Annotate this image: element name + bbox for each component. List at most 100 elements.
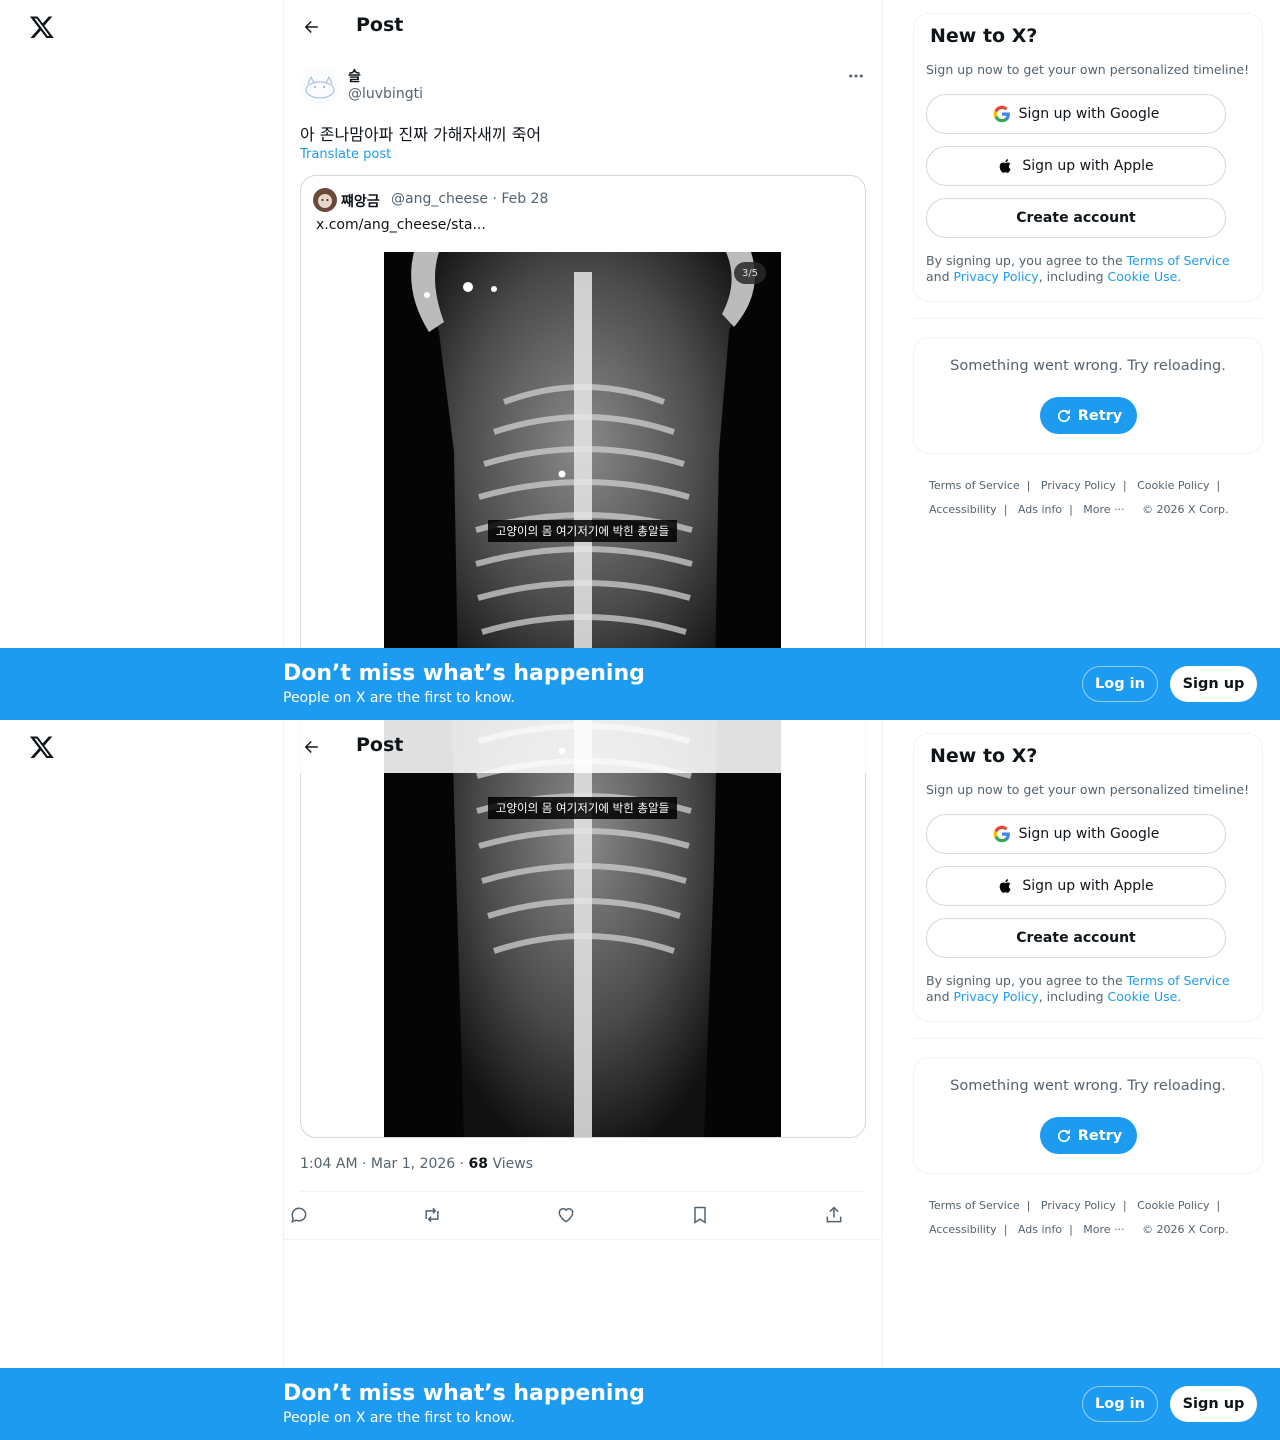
create-account-button[interactable]: Create account — [926, 918, 1226, 958]
signup-banner: Don’t miss what’s happening People on X … — [0, 1368, 1280, 1440]
google-signup-button[interactable]: Sign up with Google — [926, 814, 1226, 854]
bookmark-button[interactable] — [688, 1203, 712, 1227]
terms-link[interactable]: Terms of Service — [1127, 253, 1230, 268]
footer-cookie[interactable]: Cookie Policy — [1137, 479, 1209, 492]
terms-text: By signing up, you agree to the — [926, 973, 1127, 988]
sidebar-divider — [913, 1038, 1263, 1039]
footer-accessibility[interactable]: Accessibility — [929, 503, 997, 516]
like-icon — [558, 1208, 574, 1223]
login-button[interactable]: Log in — [1082, 666, 1158, 702]
signup-button[interactable]: Sign up — [1170, 666, 1257, 702]
terms-text: and — [926, 269, 954, 284]
footer-privacy[interactable]: Privacy Policy — [1041, 479, 1116, 492]
create-account-label: Create account — [1016, 930, 1136, 946]
signup-title: New to X? — [930, 745, 1038, 767]
more-button[interactable] — [844, 64, 868, 88]
terms-link[interactable]: Terms of Service — [1127, 973, 1230, 988]
apple-signup-label: Sign up with Apple — [1022, 158, 1154, 174]
back-button[interactable] — [298, 14, 324, 40]
xray-image — [451, 720, 718, 1137]
apple-signup-label: Sign up with Apple — [1022, 878, 1154, 894]
author-name[interactable]: 슬 — [348, 66, 361, 86]
quote-avatar — [313, 188, 337, 212]
login-button[interactable]: Log in — [1082, 1386, 1158, 1422]
main-column: Post 슬 @luvbingti 아 존나맘아파 진짜 가해자새끼 죽어 Tr… — [284, 0, 882, 720]
google-icon — [993, 105, 1010, 123]
viewport-top: Post 슬 @luvbingti 아 존나맘아파 진짜 가해자새끼 죽어 Tr… — [0, 0, 1280, 720]
media-caption: 고양이의 몸 여기저기에 박힌 총알들 — [488, 520, 677, 542]
create-account-button[interactable]: Create account — [926, 198, 1226, 238]
retry-label: Retry — [1077, 407, 1123, 424]
back-button[interactable] — [298, 734, 324, 760]
retry-label: Retry — [1077, 1127, 1123, 1144]
viewport-scrolled: 고양이의 몸 여기저기에 박힌 총알들 Post 1:04 AM · Mar 1… — [0, 720, 1280, 1440]
x-logo-icon[interactable] — [29, 734, 55, 760]
footer-links: Terms of Service | Privacy Policy | Cookie… — [929, 479, 1229, 516]
banner-subtitle: People on X are the first to know. — [283, 690, 515, 706]
cookie-link[interactable]: Cookie Use — [1108, 989, 1178, 1004]
share-button[interactable] — [822, 1203, 846, 1227]
privacy-link[interactable]: Privacy Policy — [954, 989, 1039, 1004]
footer-copyright: © 2026 X Corp. — [1142, 503, 1229, 516]
footer-links: Terms of Service | Privacy Policy | Cookie… — [929, 1199, 1229, 1236]
footer-more[interactable]: More ··· — [1083, 1223, 1124, 1236]
retry-icon — [1057, 1128, 1070, 1142]
repost-button[interactable] — [420, 1203, 444, 1227]
like-button[interactable] — [554, 1203, 578, 1227]
avatar[interactable] — [300, 66, 340, 106]
bookmark-icon — [694, 1206, 706, 1224]
cookie-link[interactable]: Cookie Use — [1108, 269, 1178, 284]
sidebar-divider — [913, 318, 1263, 319]
reply-icon — [291, 1207, 307, 1223]
banner-subtitle: People on X are the first to know. — [283, 1410, 515, 1426]
google-signup-button[interactable]: Sign up with Google — [926, 94, 1226, 134]
signup-button[interactable]: Sign up — [1170, 1386, 1257, 1422]
footer-accessibility[interactable]: Accessibility — [929, 1223, 997, 1236]
error-card: Something went wrong. Try reloading. Ret… — [913, 1057, 1263, 1174]
tweet-text: 아 존나맘아파 진짜 가해자새끼 죽어 — [300, 125, 542, 144]
apple-signup-button[interactable]: Sign up with Apple — [926, 866, 1226, 906]
x-logo-icon[interactable] — [29, 14, 55, 40]
retry-button[interactable]: Retry — [1040, 397, 1137, 434]
views-count: 68 — [468, 1156, 489, 1172]
divider — [284, 1239, 882, 1240]
quoted-post[interactable]: 고양이의 몸 여기저기에 박힌 총알들 — [300, 720, 866, 1138]
signup-subtitle: Sign up now to get your own personalized… — [926, 782, 1250, 797]
apple-signup-button[interactable]: Sign up with Apple — [926, 146, 1226, 186]
repost-icon — [425, 1207, 439, 1223]
footer-terms[interactable]: Terms of Service — [929, 1199, 1020, 1212]
quote-author-name: 쨰앙금 — [341, 194, 380, 210]
apple-icon — [1000, 879, 1011, 893]
timestamp-text[interactable]: 1:04 AM · Mar 1, 2026 · — [300, 1156, 469, 1172]
views-label: Views — [492, 1156, 534, 1172]
terms-text: , including — [1038, 269, 1108, 284]
quoted-post[interactable]: 쨰앙금 @ang_cheese · Feb 28 x.com/ang_chees… — [300, 175, 866, 720]
banner-title: Don’t miss what’s happening — [283, 661, 645, 686]
author-handle[interactable]: @luvbingti — [348, 86, 423, 102]
footer-terms[interactable]: Terms of Service — [929, 479, 1020, 492]
footer-more[interactable]: More ··· — [1083, 503, 1124, 516]
google-signup-label: Sign up with Google — [1018, 106, 1160, 122]
footer-ads[interactable]: Ads info — [1018, 503, 1062, 516]
signup-subtitle: Sign up now to get your own personalized… — [926, 62, 1250, 77]
retry-icon — [1057, 408, 1070, 422]
translate-link[interactable]: Translate post — [300, 147, 391, 162]
signup-card: New to X? Sign up now to get your own pe… — [913, 733, 1263, 1022]
page-title: Post — [356, 734, 404, 756]
footer-ads[interactable]: Ads info — [1018, 1223, 1062, 1236]
privacy-link[interactable]: Privacy Policy — [954, 269, 1039, 284]
footer-privacy[interactable]: Privacy Policy — [1041, 1199, 1116, 1212]
quote-text: x.com/ang_cheese/sta... — [316, 217, 486, 233]
error-message: Something went wrong. Try reloading. — [950, 1078, 1226, 1094]
retry-button[interactable]: Retry — [1040, 1117, 1137, 1154]
reply-button[interactable] — [287, 1203, 311, 1227]
post-timestamp: 1:04 AM · Mar 1, 2026 · 68 Views — [300, 1156, 533, 1172]
back-arrow-icon — [304, 741, 318, 753]
footer-cookie[interactable]: Cookie Policy — [1137, 1199, 1209, 1212]
google-signup-label: Sign up with Google — [1018, 826, 1160, 842]
signup-title: New to X? — [930, 25, 1038, 47]
main-column: 고양이의 몸 여기저기에 박힌 총알들 Post 1:04 AM · Mar 1… — [284, 720, 882, 1440]
quote-media[interactable]: 고양이의 몸 여기저기에 박힌 총알들 — [384, 720, 781, 1137]
more-dots-icon — [849, 74, 863, 78]
terms-notice: By signing up, you agree to the Terms of… — [926, 973, 1256, 1005]
